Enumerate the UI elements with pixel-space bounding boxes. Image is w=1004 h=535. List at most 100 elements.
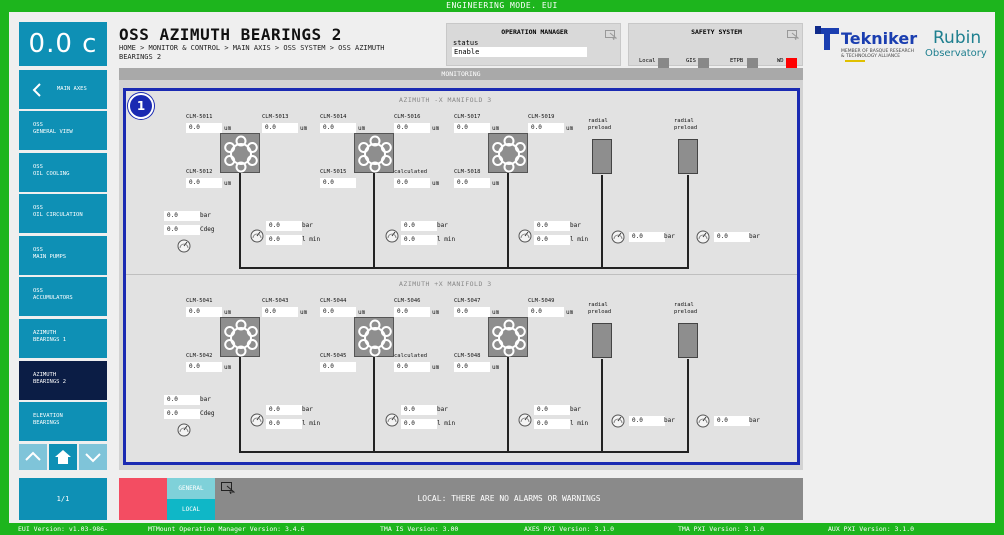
unit-label: bar xyxy=(200,212,211,219)
scroll-down-button[interactable] xyxy=(79,444,107,470)
flow-value-field: 0.0 xyxy=(534,419,570,429)
unit-label: um xyxy=(224,309,232,316)
clm-label: CLM-5047 xyxy=(454,298,481,304)
pipe-line xyxy=(373,357,375,453)
unit-label: bar xyxy=(664,417,675,424)
nav-item[interactable]: ELEVATION BEARINGS xyxy=(19,402,107,442)
gauge xyxy=(177,238,191,257)
clm-label: CLM-5042 xyxy=(186,353,213,359)
gauge xyxy=(385,412,399,431)
gauge xyxy=(696,413,710,432)
tekniker-logo-icon xyxy=(815,26,839,50)
gauge-icon xyxy=(518,229,532,243)
gauge-icon xyxy=(696,414,710,428)
nav-item[interactable]: AZIMUTH BEARINGS 1 xyxy=(19,319,107,358)
chevron-down-icon xyxy=(85,453,101,463)
clm-label: CLM-5015 xyxy=(320,169,347,175)
radial-preload-label: radial preload xyxy=(588,302,612,315)
pointer-icon[interactable] xyxy=(787,30,799,40)
page-title: OSS AZIMUTH BEARINGS 2 xyxy=(119,25,342,44)
rubin-logo-text: Rubin xyxy=(933,28,982,48)
unit-label: bar xyxy=(570,222,581,229)
clm-value-field: 0.0 xyxy=(454,307,490,317)
clm-value-field: 0.0 xyxy=(320,123,356,133)
radial-preload-label: radial preload xyxy=(588,118,612,131)
aux-pxi-version: AUX PXI Version: 3.1.0 xyxy=(828,525,915,533)
unit-label: um xyxy=(432,309,440,316)
nav-item[interactable]: OSS ACCUMULATORS xyxy=(19,277,107,317)
unit-label: um xyxy=(492,180,500,187)
bearing-icon xyxy=(224,135,258,173)
alarm-message: LOCAL: THERE ARE NO ALARMS OR WARNINGS xyxy=(215,478,803,520)
pipe-line xyxy=(239,357,241,453)
scroll-up-button[interactable] xyxy=(19,444,47,470)
clm-value-field: 0.0 xyxy=(320,307,356,317)
pressure-value-field: 0.0 xyxy=(534,405,570,415)
breadcrumb: HOME > MONITOR & CONTROL > MAIN AXIS > O… xyxy=(119,44,385,61)
unit-label: bar xyxy=(302,222,313,229)
flow-value-field: 0.0 xyxy=(401,235,437,245)
pressure-value-field: 0.0 xyxy=(714,416,750,426)
gauge-icon xyxy=(611,230,625,244)
nav-item[interactable]: OSS OIL CIRCULATION xyxy=(19,194,107,234)
pressure-value-field: 0.0 xyxy=(164,211,200,221)
clm-label: CLM-5048 xyxy=(454,353,481,359)
pressure-value-field: 0.0 xyxy=(266,405,302,415)
nav-item[interactable]: AZIMUTH BEARINGS 2 xyxy=(19,360,107,400)
general-tab[interactable]: GENERAL xyxy=(167,478,215,499)
nav-item[interactable]: OSS GENERAL VIEW xyxy=(19,111,107,150)
unit-label: l min xyxy=(437,236,456,243)
nav-item[interactable]: OSS OIL COOLING xyxy=(19,152,107,192)
bearing-block xyxy=(488,317,528,357)
unit-label: um xyxy=(566,309,574,316)
unit-label: um xyxy=(492,364,500,371)
clm-label: CLM-5049 xyxy=(528,298,555,304)
safety-etpb-label: ETPB xyxy=(730,58,744,64)
clm-label: CLM-5016 xyxy=(394,114,421,120)
back-main-axes-button[interactable]: MAIN AXES xyxy=(19,70,107,109)
nav-item[interactable]: OSS MAIN PUMPS xyxy=(19,235,107,275)
gauge xyxy=(611,229,625,248)
bearing-block xyxy=(220,133,260,173)
unit-label: l min xyxy=(437,420,456,427)
unit-label: l min xyxy=(570,420,589,427)
pointer-icon[interactable] xyxy=(605,30,617,40)
home-button[interactable] xyxy=(49,444,77,470)
tekniker-underline xyxy=(845,60,865,62)
clm-label: CLM-5041 xyxy=(186,298,213,304)
opmgr-status-value: Enable xyxy=(452,47,587,57)
pressure-value-field: 0.0 xyxy=(629,416,665,426)
clm-label: CLM-5043 xyxy=(262,298,289,304)
gauge-icon xyxy=(385,413,399,427)
monitoring-header: MONITORING xyxy=(119,68,803,80)
page-indicator: 1/1 xyxy=(19,478,107,520)
pipe-line xyxy=(507,357,509,453)
safety-wd-label: WD xyxy=(777,58,784,64)
clm-value-field: 0.0 xyxy=(528,307,564,317)
unit-label: um xyxy=(224,180,232,187)
safety-system-panel: SAFETY SYSTEM Local GIS ETPB WD xyxy=(628,23,803,69)
local-tab[interactable]: LOCAL xyxy=(167,499,215,520)
radial-preload-cylinder xyxy=(592,323,612,358)
pipe-line xyxy=(601,175,603,269)
manifold-title: AZIMUTH -X MANIFOLD 3 xyxy=(399,96,492,104)
pointer-icon[interactable] xyxy=(221,482,235,494)
clm-label: CLM-5014 xyxy=(320,114,347,120)
clm-value-field: 0.0 xyxy=(186,362,222,372)
clm-value-field: 0.0 xyxy=(394,307,430,317)
manifold-separator xyxy=(126,274,797,275)
bearing-block xyxy=(354,317,394,357)
alarm-indicator[interactable] xyxy=(119,478,167,520)
pipe-line xyxy=(239,267,689,269)
pipe-line xyxy=(239,451,689,453)
unit-label: l min xyxy=(302,236,321,243)
bearing-block xyxy=(488,133,528,173)
calculated-label: calculated xyxy=(394,353,428,359)
pressure-value-field: 0.0 xyxy=(401,221,437,231)
safety-local-label: Local xyxy=(639,58,656,64)
pressure-value-field: 0.0 xyxy=(714,232,750,242)
clm-value-field: 0.0 xyxy=(186,178,222,188)
gauge-icon xyxy=(696,230,710,244)
safety-gis-label: GIS xyxy=(686,58,696,64)
temperature-display: 0.0 c xyxy=(19,22,107,66)
